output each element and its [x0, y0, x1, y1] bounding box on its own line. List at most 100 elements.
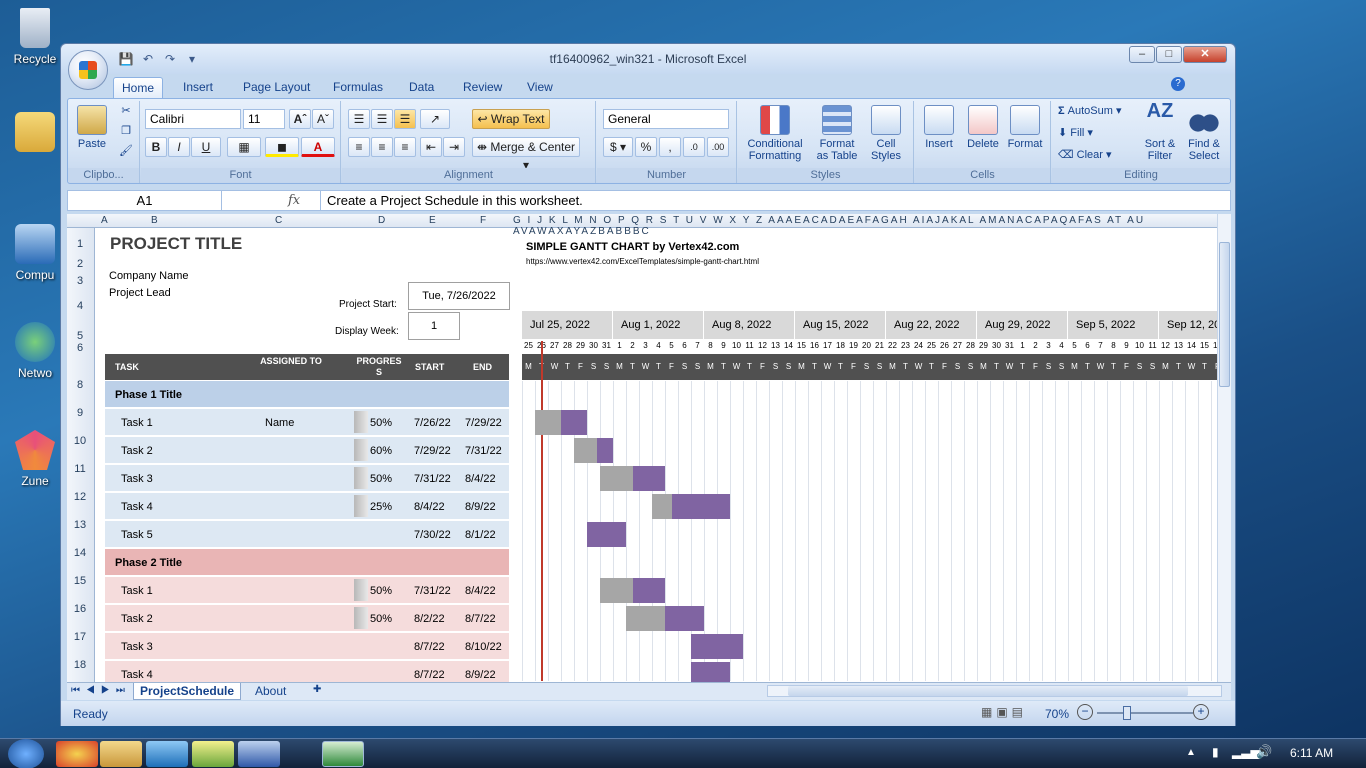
- task-row[interactable]: Task 3 50% 7/31/22 8/4/22: [105, 465, 509, 492]
- task-start[interactable]: 8/7/22: [414, 669, 445, 681]
- notepad-taskbar-icon[interactable]: [192, 741, 234, 767]
- tray-expand-icon[interactable]: ▲: [1186, 747, 1196, 758]
- task-row[interactable]: Task 2 50% 8/2/22 8/7/22: [105, 605, 509, 632]
- tab-page-layout[interactable]: Page Layout: [235, 77, 318, 98]
- bold-button[interactable]: B: [145, 137, 167, 157]
- task-end[interactable]: 8/1/22: [465, 529, 496, 541]
- task-start[interactable]: 8/7/22: [414, 641, 445, 653]
- phase-title[interactable]: Phase 2 Title: [115, 557, 182, 569]
- col-header-e[interactable]: E: [429, 215, 436, 226]
- office-button[interactable]: [68, 50, 108, 90]
- task-start[interactable]: 7/31/22: [414, 585, 451, 597]
- battery-icon[interactable]: ▮: [1212, 745, 1219, 759]
- fill-color-button[interactable]: ◼: [265, 137, 299, 157]
- align-top-button[interactable]: ☰: [348, 109, 370, 129]
- row-header[interactable]: 9: [67, 407, 93, 419]
- display-week-value[interactable]: 1: [408, 312, 460, 340]
- format-as-table-button[interactable]: Format as Table: [812, 105, 862, 162]
- cut-icon[interactable]: ✂: [118, 105, 134, 117]
- task-name[interactable]: Task 1: [121, 417, 153, 429]
- conditional-formatting-button[interactable]: Conditional Formatting: [740, 105, 810, 162]
- borders-button[interactable]: ▦: [227, 137, 261, 157]
- task-assigned[interactable]: Name: [265, 417, 294, 429]
- insert-cells-button[interactable]: Insert: [919, 105, 959, 150]
- underline-button[interactable]: U: [191, 137, 221, 157]
- task-name[interactable]: Task 5: [121, 529, 153, 541]
- percent-style-button[interactable]: %: [635, 137, 657, 157]
- zoom-slider-thumb[interactable]: [1123, 706, 1131, 720]
- task-name[interactable]: Task 3: [121, 473, 153, 485]
- task-row[interactable]: Task 1 Name 50% 7/26/22 7/29/22: [105, 409, 509, 436]
- task-end[interactable]: 8/7/22: [465, 613, 496, 625]
- col-header-a[interactable]: A: [101, 215, 108, 226]
- find-select-button[interactable]: Find & Select: [1184, 105, 1224, 162]
- merge-center-button[interactable]: ⇼ Merge & Center ▾: [472, 137, 580, 172]
- help-icon[interactable]: ?: [1171, 77, 1185, 91]
- task-start[interactable]: 8/4/22: [414, 501, 445, 513]
- task-end[interactable]: 8/4/22: [465, 585, 496, 597]
- insert-sheet-icon[interactable]: ✚: [313, 684, 331, 698]
- grow-font-button[interactable]: Aˆ: [289, 109, 311, 129]
- task-progress[interactable]: 50%: [370, 585, 392, 597]
- increase-indent-button[interactable]: ⇥: [443, 137, 465, 157]
- comma-style-button[interactable]: ,: [659, 137, 681, 157]
- phase-title[interactable]: Phase 1 Title: [115, 389, 182, 401]
- autosum-button[interactable]: Σ AutoSum ▾: [1058, 105, 1122, 117]
- formula-input[interactable]: Create a Project Schedule in this worksh…: [320, 191, 583, 210]
- project-start-value[interactable]: Tue, 7/26/2022: [408, 282, 510, 310]
- row-header[interactable]: 15: [67, 575, 93, 587]
- task-end[interactable]: 8/10/22: [465, 641, 502, 653]
- worksheet-grid[interactable]: A B C D E F G I J K L M N O P Q R S T U …: [67, 214, 1217, 682]
- row-header[interactable]: 12: [67, 491, 93, 503]
- project-lead[interactable]: Project Lead: [109, 287, 171, 299]
- task-name[interactable]: Task 3: [121, 641, 153, 653]
- increase-decimal-button[interactable]: .0: [683, 137, 705, 157]
- sort-filter-button[interactable]: AZ Sort & Filter: [1140, 101, 1180, 162]
- task-end[interactable]: 8/4/22: [465, 473, 496, 485]
- save-icon[interactable]: 💾: [117, 50, 135, 68]
- shrink-font-button[interactable]: Aˇ: [312, 109, 334, 129]
- copy-icon[interactable]: ❐: [118, 125, 134, 137]
- align-middle-button[interactable]: ☰: [371, 109, 393, 129]
- decrease-indent-button[interactable]: ⇤: [420, 137, 442, 157]
- task-end[interactable]: 8/9/22: [465, 501, 496, 513]
- task-progress[interactable]: 50%: [370, 473, 392, 485]
- row-header[interactable]: 10: [67, 435, 93, 447]
- task-row[interactable]: Task 3 8/7/22 8/10/22: [105, 633, 509, 660]
- task-end[interactable]: 8/9/22: [465, 669, 496, 681]
- view-buttons-icon[interactable]: ▦▣▤: [981, 705, 1027, 719]
- row-header[interactable]: 17: [67, 631, 93, 643]
- clear-button[interactable]: ⌫ Clear ▾: [1058, 149, 1112, 161]
- zoom-slider[interactable]: [1097, 706, 1193, 720]
- row-header[interactable]: 1: [67, 238, 93, 250]
- delete-cells-button[interactable]: Delete: [963, 105, 1003, 150]
- close-button[interactable]: ✕: [1183, 46, 1227, 63]
- name-box[interactable]: A1: [68, 191, 222, 210]
- task-end[interactable]: 7/31/22: [465, 445, 502, 457]
- align-right-button[interactable]: ≡: [394, 137, 416, 157]
- tab-view[interactable]: View: [519, 77, 561, 98]
- project-title[interactable]: PROJECT TITLE: [110, 234, 242, 254]
- maximize-button[interactable]: □: [1156, 46, 1182, 63]
- customize-qat-icon[interactable]: ▾: [183, 50, 201, 68]
- tab-formulas[interactable]: Formulas: [325, 77, 391, 98]
- row-header[interactable]: 13: [67, 519, 93, 531]
- zoom-out-icon[interactable]: −: [1077, 704, 1093, 720]
- col-header-b[interactable]: B: [151, 215, 158, 226]
- task-row[interactable]: Task 1 50% 7/31/22 8/4/22: [105, 577, 509, 604]
- redo-icon[interactable]: ↷: [161, 50, 179, 68]
- italic-button[interactable]: I: [168, 137, 190, 157]
- align-bottom-button[interactable]: ☰: [394, 109, 416, 129]
- sheet-tab-about[interactable]: About: [249, 683, 292, 700]
- number-format-combo[interactable]: General: [603, 109, 729, 129]
- orientation-button[interactable]: ↗: [420, 109, 450, 129]
- row-header[interactable]: 11: [67, 463, 93, 475]
- tab-insert[interactable]: Insert: [175, 77, 221, 98]
- font-size-combo[interactable]: 11: [243, 109, 285, 129]
- font-color-button[interactable]: A: [301, 137, 335, 157]
- format-cells-button[interactable]: Format: [1005, 105, 1045, 150]
- row-header[interactable]: 14: [67, 547, 93, 559]
- row-header[interactable]: 16: [67, 603, 93, 615]
- vertical-scrollbar[interactable]: [1217, 214, 1231, 682]
- col-header-gantt[interactable]: G I J K L M N O P Q R S T U V W X Y Z AA…: [513, 215, 1217, 237]
